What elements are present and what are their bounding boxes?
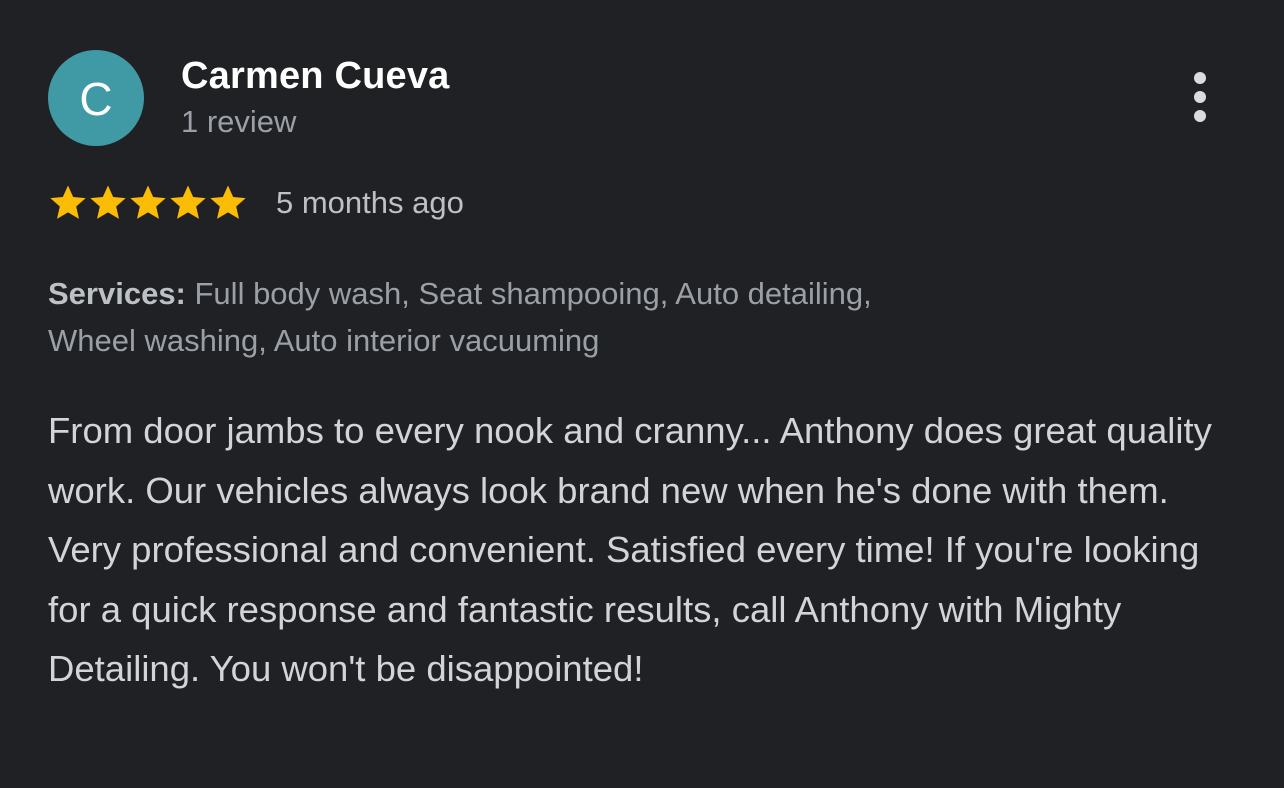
services-label: Services: bbox=[48, 276, 195, 311]
review-card: C Carmen Cueva 1 review 5 months ago Ser… bbox=[0, 0, 1284, 788]
star-icon bbox=[130, 185, 166, 219]
review-count: 1 review bbox=[181, 104, 297, 139]
services: Services: Full body wash, Seat shampooin… bbox=[48, 270, 1048, 364]
avatar[interactable]: C bbox=[48, 50, 144, 146]
avatar-initial: C bbox=[79, 73, 113, 125]
more-vert-icon bbox=[1194, 72, 1206, 122]
star-icon bbox=[50, 185, 86, 219]
more-options-button[interactable] bbox=[1176, 66, 1224, 128]
star-icon bbox=[210, 185, 246, 219]
star-icon bbox=[170, 185, 206, 219]
star-icon bbox=[90, 185, 126, 219]
services-list: Full body wash, Seat shampooing, Auto de… bbox=[194, 276, 872, 311]
reviewer-name[interactable]: Carmen Cueva bbox=[181, 54, 450, 98]
services-list-line2: Wheel washing, Auto interior vacuuming bbox=[48, 323, 600, 358]
star-rating bbox=[48, 182, 248, 224]
review-date: 5 months ago bbox=[276, 185, 464, 220]
review-text: From door jambs to every nook and cranny… bbox=[48, 410, 1212, 690]
